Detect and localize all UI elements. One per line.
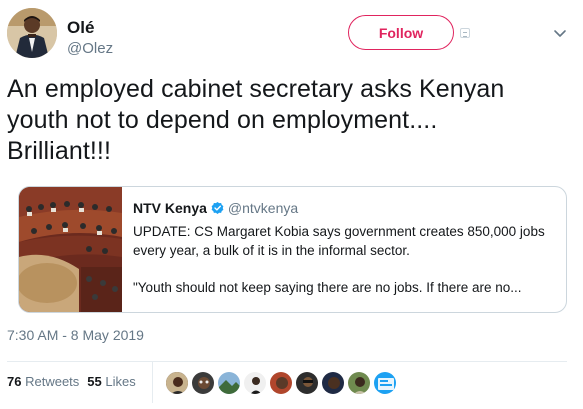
tweet-header: Olé @Olez Follow	[7, 8, 577, 60]
quoted-tweet-text: every year, a bulk of it is in the infor…	[133, 243, 410, 258]
author-name[interactable]: Olé	[67, 18, 94, 38]
liker-avatar[interactable]	[165, 371, 189, 395]
quoted-author-name[interactable]: NTV Kenya	[133, 200, 207, 216]
tweet-stats: 76 Retweets 55 Likes	[7, 374, 136, 389]
tweet-text-line: youth not to depend on employment....	[7, 106, 438, 134]
tweet-text: An employed cabinet secretary asks Kenya…	[7, 74, 567, 167]
retweets-count: 76	[7, 374, 22, 389]
retweets-stat[interactable]: 76 Retweets	[7, 374, 79, 389]
liker-avatar[interactable]	[347, 371, 371, 395]
author-handle[interactable]: @Olez	[67, 40, 113, 57]
chevron-down-icon[interactable]	[551, 24, 569, 42]
tweet-text-line: Brilliant!!!	[7, 137, 112, 165]
quoted-tweet-image[interactable]	[19, 187, 122, 312]
liker-avatar[interactable]	[321, 371, 345, 395]
liker-avatar[interactable]	[295, 371, 319, 395]
likes-label: Likes	[105, 374, 136, 389]
likes-stat[interactable]: 55 Likes	[87, 374, 135, 389]
tweet-text-line: An employed cabinet secretary asks Kenya…	[7, 75, 505, 103]
likes-count: 55	[87, 374, 102, 389]
retweets-label: Retweets	[25, 374, 80, 389]
liker-avatar[interactable]	[243, 371, 267, 395]
tweet-timestamp[interactable]: 7:30 AM - 8 May 2019	[7, 327, 144, 343]
divider	[152, 362, 153, 403]
verified-badge-icon	[210, 201, 225, 216]
card-icon	[460, 28, 470, 38]
author-avatar[interactable]	[7, 8, 57, 58]
tweet-card: Olé @Olez Follow An employed cabinet sec…	[0, 0, 583, 409]
quoted-tweet-text: "Youth should not keep saying there are …	[133, 280, 522, 295]
liker-avatar[interactable]	[217, 371, 241, 395]
liker-avatar[interactable]	[373, 371, 397, 395]
quoted-tweet[interactable]: NTV Kenya @ntvkenya UPDATE: CS Margaret K…	[18, 186, 567, 313]
quoted-tweet-header: NTV Kenya @ntvkenya	[133, 200, 563, 218]
follow-button[interactable]: Follow	[348, 15, 454, 50]
divider	[7, 361, 567, 362]
quoted-tweet-text: UPDATE: CS Margaret Kobia says governmen…	[133, 224, 545, 239]
liker-avatar[interactable]	[269, 371, 293, 395]
liker-avatar[interactable]	[191, 371, 215, 395]
quoted-tweet-body: NTV Kenya @ntvkenya UPDATE: CS Margaret K…	[133, 200, 563, 297]
quoted-author-handle[interactable]: @ntvkenya	[228, 200, 298, 216]
